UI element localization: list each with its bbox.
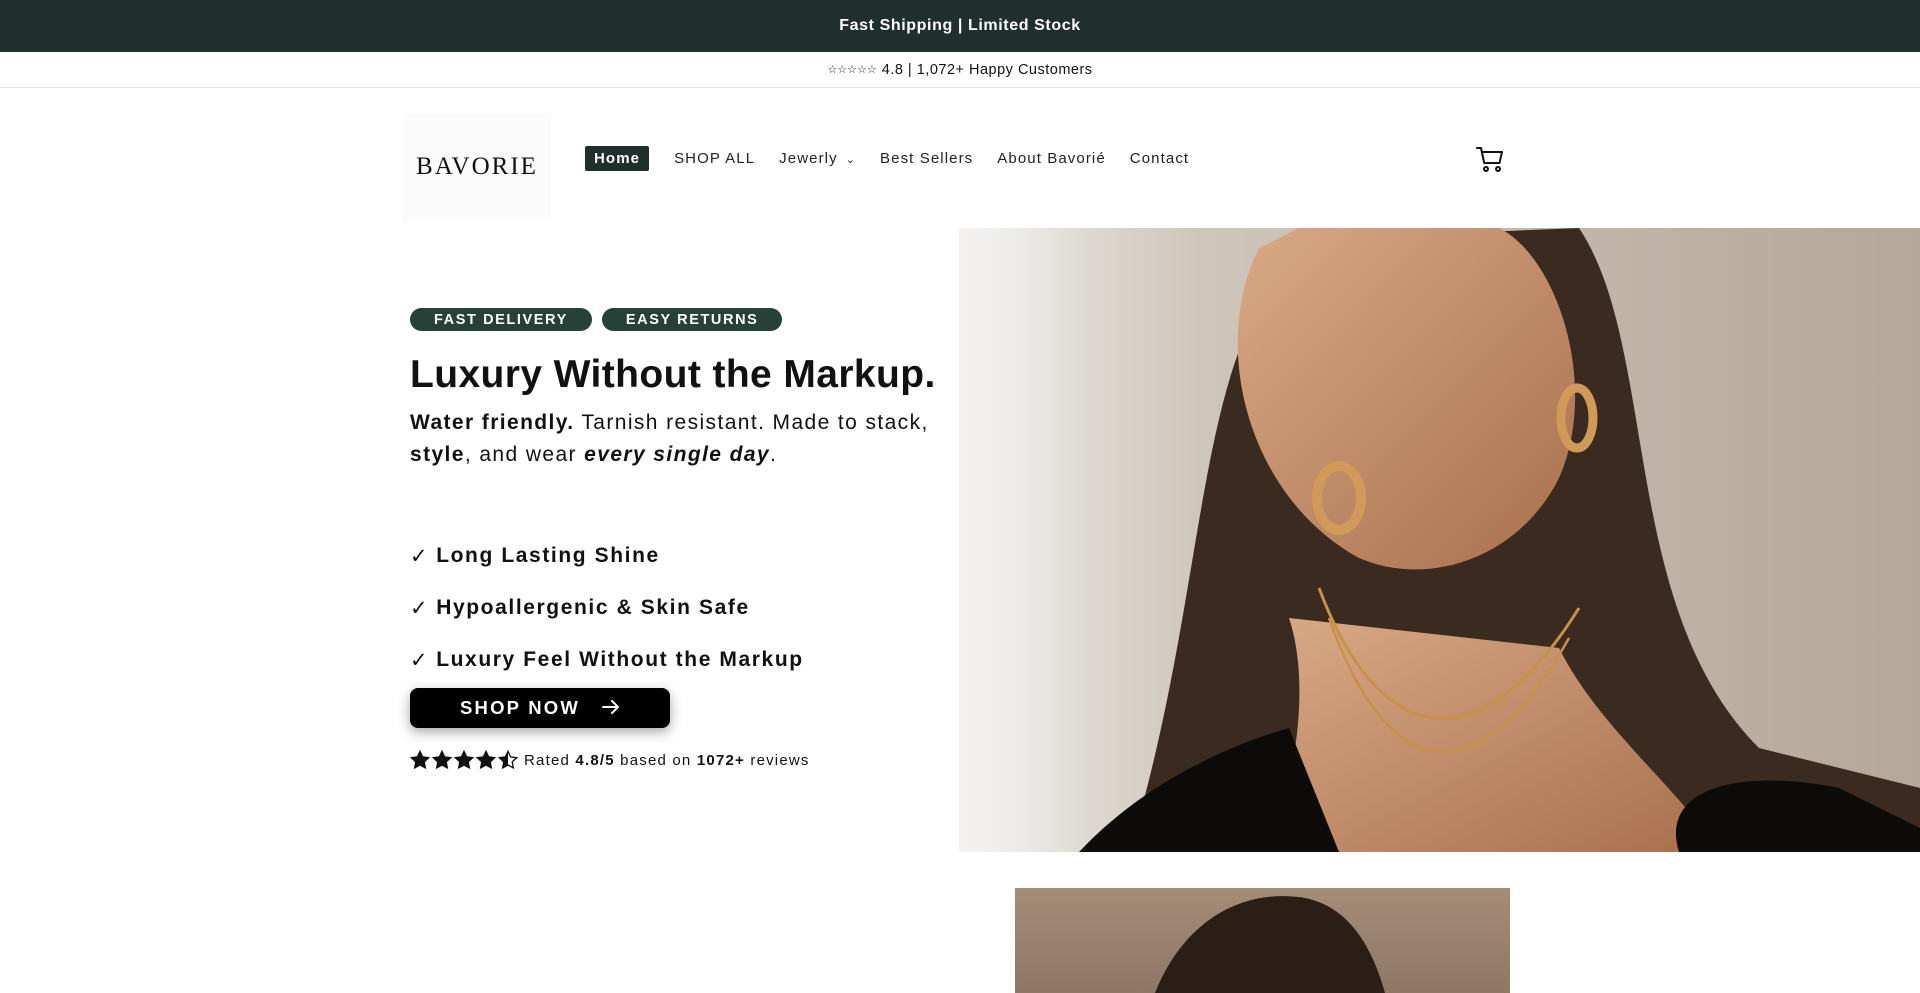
check-icon: ✓: [410, 544, 430, 568]
star-icon: [432, 750, 452, 770]
subhead-period: .: [770, 443, 778, 466]
feature-item: ✓ Long Lasting Shine: [410, 538, 804, 574]
logo: BAVORIE: [416, 153, 538, 180]
nav-home-label: Home: [594, 149, 641, 167]
subhead-part4: , and wear: [464, 443, 585, 466]
nav-home[interactable]: Home: [585, 145, 650, 171]
announcement-text: Fast Shipping | Limited Stock: [839, 17, 1081, 34]
rating-bar-text: 4.8 | 1,072+ Happy Customers: [881, 61, 1093, 78]
subhead-water-friendly: Water friendly.: [410, 411, 575, 434]
check-icon: ✓: [410, 596, 430, 620]
chevron-down-icon: ⌄: [845, 153, 857, 166]
rating-score: 4.8/5: [575, 751, 615, 769]
hero-content: FAST DELIVERY EASY RETURNS Luxury Withou…: [410, 308, 950, 471]
rating-bar: ☆☆☆☆☆ 4.8 | 1,072+ Happy Customers: [0, 52, 1920, 88]
nav-about-label: About Bavorié: [997, 149, 1106, 167]
cart-icon[interactable]: [1474, 143, 1506, 175]
rating-suffix: reviews: [750, 751, 810, 769]
shop-now-button[interactable]: SHOP NOW: [410, 688, 670, 728]
rating-stars-icon: ☆☆☆☆☆: [827, 63, 877, 76]
feature-label: Hypoallergenic & Skin Safe: [436, 596, 750, 619]
star-icon: [476, 750, 496, 770]
arrow-right-icon: [602, 697, 620, 720]
feature-list: ✓ Long Lasting Shine ✓ Hypoallergenic & Sk…: [410, 538, 804, 694]
feature-label: Luxury Feel Without the Markup: [436, 648, 804, 671]
hero-rating: Rated 4.8/5 based on 1072+ reviews: [410, 750, 810, 770]
subhead-style: style: [410, 443, 465, 466]
feature-label: Long Lasting Shine: [436, 544, 660, 567]
announcement-bar: Fast Shipping | Limited Stock: [0, 0, 1920, 52]
site-header: BAVORIE Home SHOP ALL Jewerly ⌄ Best Sell…: [0, 88, 1920, 228]
badge-easy-returns: EASY RETURNS: [601, 308, 783, 331]
secondary-model-image: [1015, 888, 1510, 993]
rating-count: 1072+: [696, 751, 745, 769]
feature-item: ✓ Luxury Feel Without the Markup: [410, 642, 804, 678]
nav-shop-all[interactable]: SHOP ALL: [674, 150, 755, 167]
star-icon: [498, 750, 518, 770]
check-icon: ✓: [410, 648, 430, 672]
star-icon: [410, 750, 430, 770]
hero-model-image: [959, 228, 1920, 852]
nav-contact-label: Contact: [1129, 149, 1190, 167]
logo-link[interactable]: BAVORIE: [403, 113, 551, 221]
nav-best-sellers-label: Best Sellers: [880, 149, 974, 167]
hero-badges: FAST DELIVERY EASY RETURNS: [410, 308, 950, 331]
hero-headline: Luxury Without the Markup.: [410, 353, 936, 396]
nav-about[interactable]: About Bavorié: [997, 150, 1106, 167]
nav-jewerly[interactable]: Jewerly ⌄: [779, 150, 856, 167]
star-icon: [454, 750, 474, 770]
nav-contact[interactable]: Contact: [1130, 150, 1189, 167]
rating-prefix: Rated: [524, 751, 571, 769]
rating-middle: based on: [620, 751, 692, 769]
nav-jewerly-label: Jewerly: [779, 149, 838, 167]
rating-stars: [410, 750, 518, 770]
shop-now-label: SHOP NOW: [459, 697, 581, 718]
subhead-part2: Tarnish resistant. Made to stack,: [574, 411, 929, 434]
subhead-every-single-day: every single day: [584, 443, 770, 466]
nav-best-sellers[interactable]: Best Sellers: [880, 150, 973, 167]
main-nav: Home SHOP ALL Jewerly ⌄ Best Sellers Abou…: [585, 145, 1213, 171]
hero-subheading: Water friendly. Tarnish resistant. Made …: [410, 407, 950, 471]
badge-fast-delivery: FAST DELIVERY: [410, 308, 592, 331]
nav-shop-all-label: SHOP ALL: [674, 149, 756, 167]
feature-item: ✓ Hypoallergenic & Skin Safe: [410, 590, 804, 626]
